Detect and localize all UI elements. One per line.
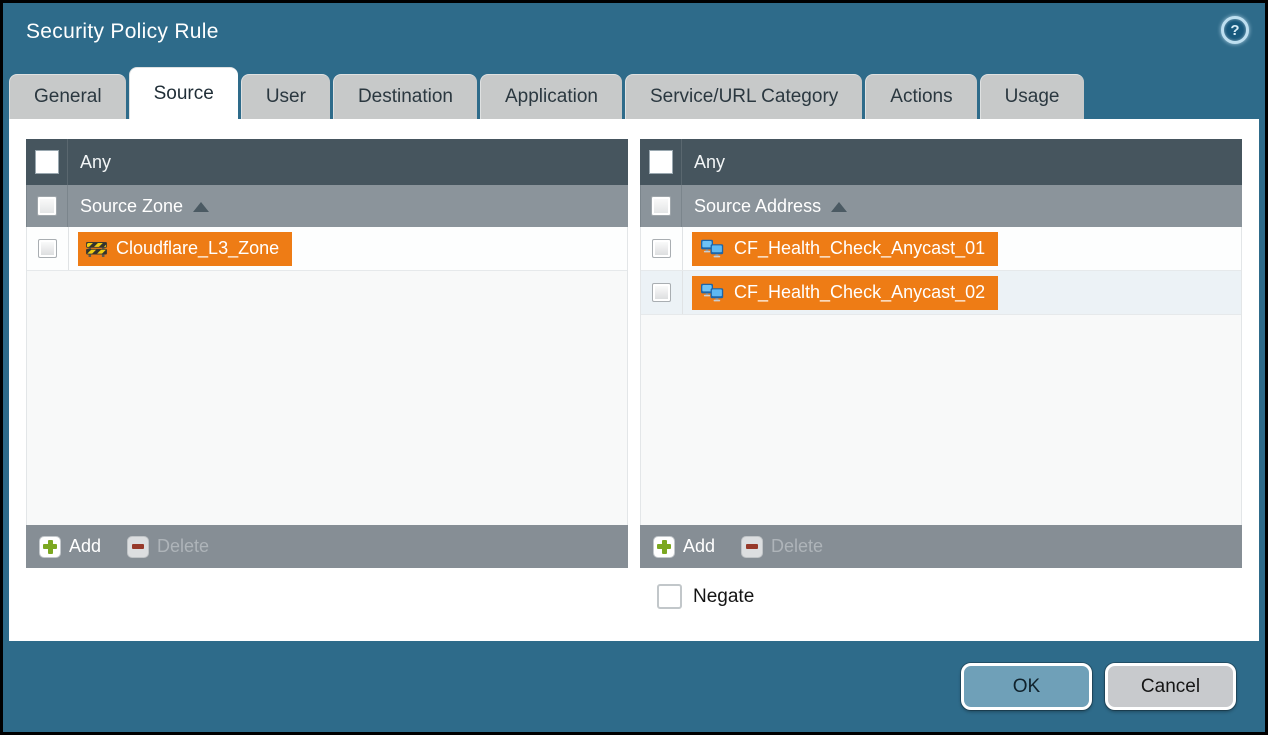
source-address-any-checkbox[interactable] <box>649 150 673 174</box>
tab-application[interactable]: Application <box>480 74 622 119</box>
minus-icon <box>127 536 149 558</box>
ok-button[interactable]: OK <box>961 663 1092 710</box>
security-policy-rule-dialog: Security Policy Rule ? General Source Us… <box>0 0 1268 735</box>
source-zone-add-button[interactable]: Add <box>39 536 101 558</box>
source-zone-any-checkbox[interactable] <box>35 150 59 174</box>
titlebar: Security Policy Rule ? <box>3 3 1265 67</box>
source-zone-column-label: Source Zone <box>80 196 183 217</box>
dialog-title: Security Policy Rule <box>26 20 219 44</box>
tab-destination[interactable]: Destination <box>333 74 477 119</box>
source-zone-select-all-checkbox[interactable] <box>37 196 57 216</box>
source-zone-toolbar: Add Delete <box>26 525 628 568</box>
table-row: CF_Health_Check_Anycast_02 <box>641 271 1241 315</box>
source-zone-column-header[interactable]: Source Zone <box>26 185 628 227</box>
source-address-item[interactable]: CF_Health_Check_Anycast_01 <box>692 232 998 266</box>
source-address-column-label: Source Address <box>694 196 821 217</box>
source-address-add-button[interactable]: Add <box>653 536 715 558</box>
plus-icon <box>39 536 61 558</box>
row-checkbox[interactable] <box>38 239 57 258</box>
source-zone-list: Cloudflare_L3_Zone <box>26 227 628 525</box>
cancel-button[interactable]: Cancel <box>1105 663 1236 710</box>
sort-ascending-icon[interactable] <box>831 202 847 212</box>
zone-barrier-icon <box>86 240 107 258</box>
source-address-list: CF_Health_Check_Anycast_01 <box>640 227 1242 525</box>
tab-usage[interactable]: Usage <box>980 74 1084 119</box>
source-address-toolbar: Add Delete <box>640 525 1242 568</box>
row-checkbox[interactable] <box>652 283 671 302</box>
tab-service-url-category[interactable]: Service/URL Category <box>625 74 862 119</box>
source-address-any-header: Any <box>640 139 1242 185</box>
minus-icon <box>741 536 763 558</box>
tab-strip: General Source User Destination Applicat… <box>3 67 1265 119</box>
tab-user[interactable]: User <box>241 74 330 119</box>
plus-icon <box>653 536 675 558</box>
source-address-select-all-checkbox[interactable] <box>651 196 671 216</box>
negate-row: Negate <box>26 584 1242 609</box>
source-address-delete-button[interactable]: Delete <box>741 536 823 558</box>
negate-label: Negate <box>693 586 754 608</box>
help-icon[interactable]: ? <box>1221 16 1249 44</box>
source-zone-panel: Any Source Zone <box>26 139 628 568</box>
address-group-icon <box>700 283 725 303</box>
source-zone-item[interactable]: Cloudflare_L3_Zone <box>78 232 292 266</box>
row-checkbox[interactable] <box>652 239 671 258</box>
source-address-any-label: Any <box>694 152 725 173</box>
address-group-icon <box>700 239 725 259</box>
source-address-column-header[interactable]: Source Address <box>640 185 1242 227</box>
source-zone-delete-button[interactable]: Delete <box>127 536 209 558</box>
tab-actions[interactable]: Actions <box>865 74 976 119</box>
source-address-item-label: CF_Health_Check_Anycast_02 <box>734 282 985 303</box>
source-address-panel: Any Source Address <box>640 139 1242 568</box>
dialog-footer: OK Cancel <box>3 641 1265 732</box>
source-zone-any-header: Any <box>26 139 628 185</box>
tab-source[interactable]: Source <box>129 67 238 119</box>
sort-ascending-icon[interactable] <box>193 202 209 212</box>
source-zone-any-label: Any <box>80 152 111 173</box>
source-zone-item-label: Cloudflare_L3_Zone <box>116 238 279 259</box>
table-row: CF_Health_Check_Anycast_01 <box>641 227 1241 271</box>
source-address-item[interactable]: CF_Health_Check_Anycast_02 <box>692 276 998 310</box>
negate-checkbox[interactable] <box>657 584 682 609</box>
source-address-item-label: CF_Health_Check_Anycast_01 <box>734 238 985 259</box>
tab-general[interactable]: General <box>9 74 126 119</box>
source-tab-content: Any Source Zone <box>9 119 1259 641</box>
table-row: Cloudflare_L3_Zone <box>27 227 627 271</box>
